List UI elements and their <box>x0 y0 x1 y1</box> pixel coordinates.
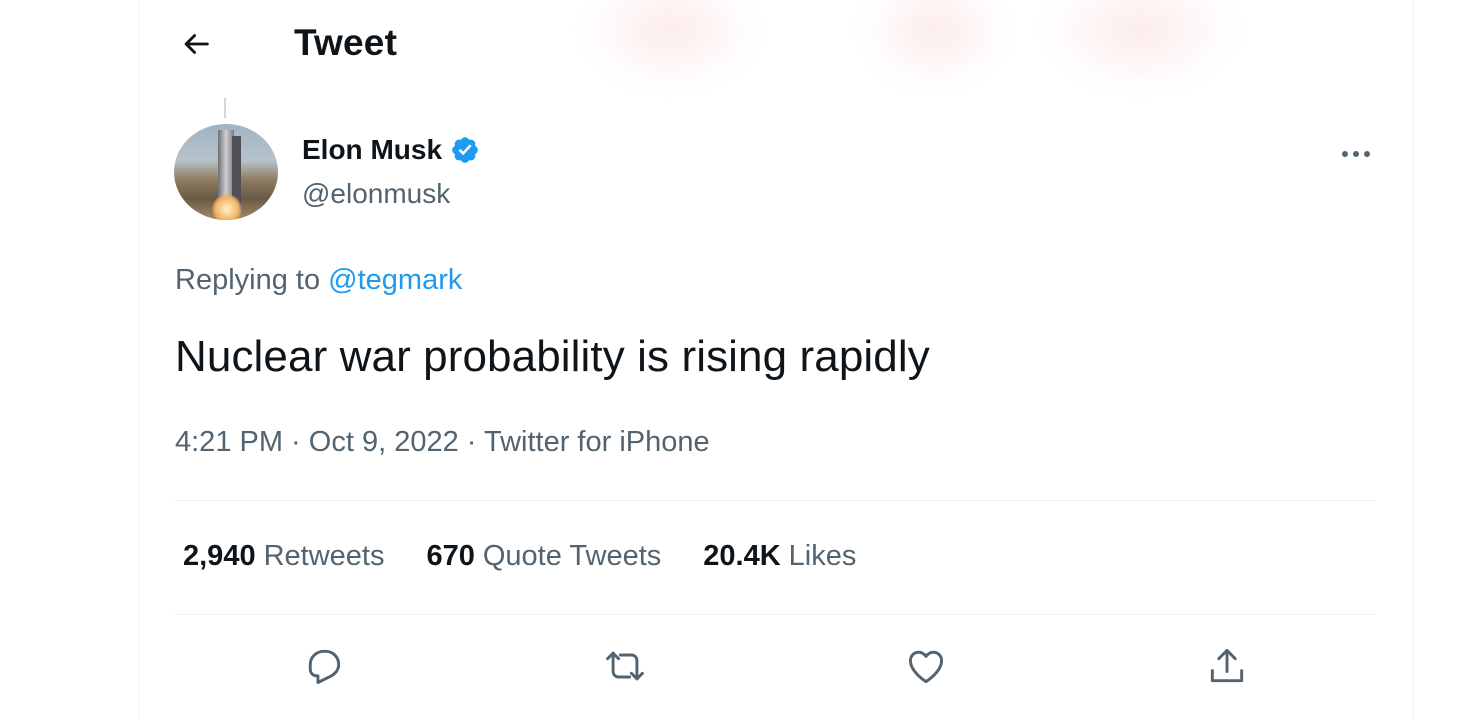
avatar[interactable] <box>174 124 278 220</box>
stat-label: Retweets <box>263 540 385 572</box>
stat-label: Likes <box>788 540 857 572</box>
page-title: Tweet <box>294 22 398 63</box>
author-name: Elon Musk <box>302 134 443 165</box>
divider <box>175 614 1376 615</box>
stat-count: 670 <box>426 540 475 572</box>
replying-to-link[interactable]: @tegmark <box>328 264 462 296</box>
avatar-rocket-flame <box>212 194 242 220</box>
reply-icon <box>308 649 341 684</box>
more-horizontal-icon <box>1342 151 1370 157</box>
stat-label: Quote Tweets <box>482 540 662 572</box>
tweet-metadata: 4:21 PM · Oct 9, 2022 · Twitter for iPho… <box>175 426 710 459</box>
tweet-time[interactable]: 4:21 PM <box>175 426 283 458</box>
page-header: Tweet <box>140 0 1413 90</box>
arrow-left-icon <box>184 34 209 54</box>
more-options-button[interactable] <box>1334 136 1378 172</box>
stat-count: 20.4K <box>703 540 781 572</box>
likes-stat[interactable]: 20.4K Likes <box>703 540 856 573</box>
tweet-date[interactable]: Oct 9, 2022 <box>309 426 459 458</box>
thread-connector-line <box>224 98 226 118</box>
retweets-stat[interactable]: 2,940 Retweets <box>183 540 384 573</box>
engagement-stats: 2,940 Retweets 670 Quote Tweets 20.4K Li… <box>183 540 898 573</box>
retweet-button[interactable] <box>601 642 649 690</box>
divider <box>175 500 1376 501</box>
author-handle[interactable]: @elonmusk <box>302 178 450 210</box>
share-icon <box>1210 648 1244 683</box>
meta-separator: · <box>283 426 309 458</box>
replying-to-line: Replying to @tegmark <box>175 264 462 297</box>
back-button[interactable] <box>176 24 216 64</box>
retweet-icon <box>606 651 644 681</box>
stat-count: 2,940 <box>183 540 256 572</box>
reply-button[interactable] <box>300 642 348 690</box>
share-button[interactable] <box>1203 642 1251 690</box>
quote-tweets-stat[interactable]: 670 Quote Tweets <box>426 540 661 573</box>
replying-to-prefix: Replying to <box>175 264 329 296</box>
like-icon <box>908 650 944 684</box>
like-button[interactable] <box>902 642 950 690</box>
author-name-row[interactable]: Elon Musk <box>302 134 480 166</box>
tweet-source[interactable]: Twitter for iPhone <box>484 426 710 458</box>
tweet-detail-column: Tweet Elon Musk @elonmusk Replying to @t… <box>139 0 1414 720</box>
meta-separator: · <box>458 426 484 458</box>
verified-badge-icon <box>452 137 478 163</box>
tweet-text: Nuclear war probability is rising rapidl… <box>175 332 930 381</box>
